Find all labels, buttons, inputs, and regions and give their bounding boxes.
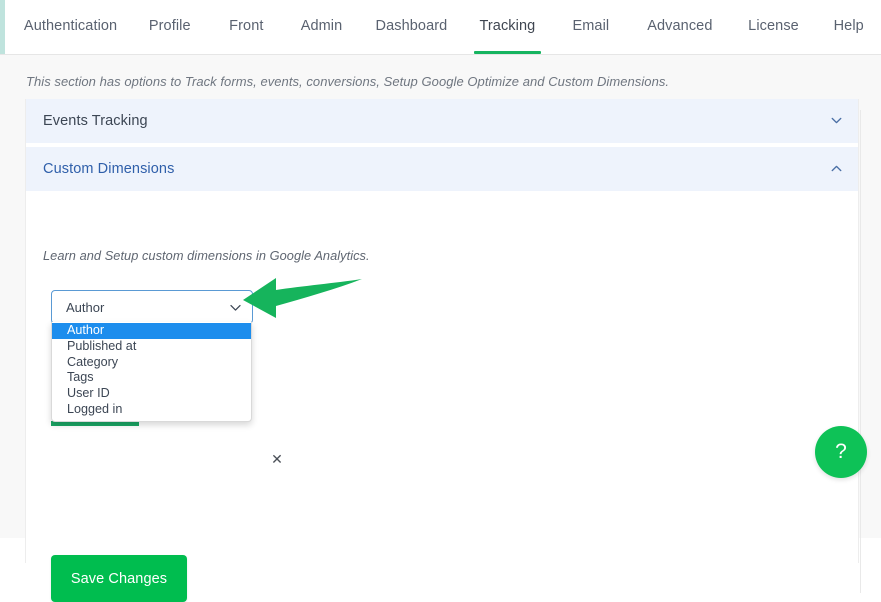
dimension-select-wrapper: Author xyxy=(51,290,253,324)
accordion-title: Custom Dimensions xyxy=(43,161,175,177)
section-description: This section has options to Track forms,… xyxy=(26,74,670,89)
tab-email[interactable]: Email xyxy=(553,0,630,54)
chevron-up-icon[interactable] xyxy=(831,163,842,174)
tab-profile[interactable]: Profile xyxy=(129,0,210,54)
tab-label: License xyxy=(748,18,799,34)
tab-front[interactable]: Front xyxy=(210,0,282,54)
tab-admin[interactable]: Admin xyxy=(282,0,360,54)
tab-label: Advanced xyxy=(647,18,713,34)
help-bubble-button[interactable]: ? xyxy=(815,426,867,478)
page-content: This section has options to Track forms,… xyxy=(0,55,881,602)
tab-tracking[interactable]: Tracking xyxy=(462,0,552,54)
accordion-title: Events Tracking xyxy=(43,113,148,129)
custom-dimensions-panel: Learn and Setup custom dimensions in Goo… xyxy=(26,191,858,602)
tab-label: Tracking xyxy=(479,18,536,34)
tab-license[interactable]: License xyxy=(731,0,817,54)
tab-label: Email xyxy=(572,18,610,34)
dimension-select[interactable]: Author xyxy=(51,290,253,324)
page-right-rule xyxy=(860,110,861,593)
tab-authentication[interactable]: Authentication xyxy=(12,0,129,54)
tab-advanced[interactable]: Advanced xyxy=(629,0,730,54)
tabbar-left-accent xyxy=(0,0,5,54)
accordion-header-events-tracking[interactable]: Events Tracking xyxy=(26,99,858,143)
tab-label: Help xyxy=(833,18,864,34)
chevron-down-icon xyxy=(229,301,242,314)
learn-setup-text: Learn and Setup custom dimensions in Goo… xyxy=(43,248,370,263)
save-changes-button[interactable]: Save Changes xyxy=(51,555,187,602)
select-option[interactable]: Category xyxy=(52,355,251,371)
settings-card: Events Tracking Custom Dimensions Learn … xyxy=(25,99,859,602)
tab-label: Dashboard xyxy=(375,18,448,34)
select-option[interactable]: Published at xyxy=(52,339,251,355)
dimension-select-options[interactable]: Author Published at Category Tags User I… xyxy=(51,322,252,422)
tab-label: Profile xyxy=(148,18,191,34)
tab-dashboard[interactable]: Dashboard xyxy=(361,0,462,54)
accordion-header-custom-dimensions[interactable]: Custom Dimensions xyxy=(26,147,858,191)
main-tab-bar: Authentication Profile Front Admin Dashb… xyxy=(0,0,881,55)
select-option[interactable]: Logged in xyxy=(52,402,251,418)
tab-help[interactable]: Help xyxy=(816,0,881,54)
tab-label: Admin xyxy=(300,18,343,34)
tab-label: Authentication xyxy=(23,18,118,34)
select-option[interactable]: Author xyxy=(52,323,251,339)
tab-label: Front xyxy=(229,18,264,34)
dimension-select-value: Author xyxy=(66,299,105,315)
remove-dimension-button[interactable]: ✕ xyxy=(269,451,285,467)
select-option[interactable]: User ID xyxy=(52,386,251,402)
question-mark-icon: ? xyxy=(835,440,847,463)
chevron-down-icon[interactable] xyxy=(831,115,842,126)
select-option[interactable]: Tags xyxy=(52,370,251,386)
